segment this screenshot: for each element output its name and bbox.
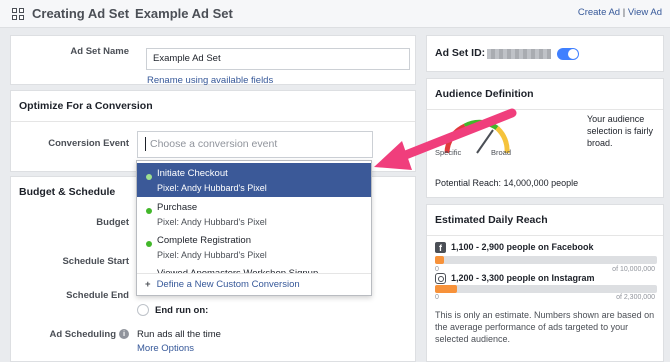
instagram-reach-bar [435, 285, 457, 293]
instagram-scale-min: 0 [435, 294, 439, 301]
divider [427, 109, 663, 110]
facebook-reach-bar [435, 256, 444, 264]
dropdown-option-purchase[interactable]: Purchase Pixel: Andy Hubbard's Pixel [137, 197, 371, 231]
gauge-broad-label: Broad [491, 148, 512, 157]
facebook-icon: f [435, 242, 446, 253]
rename-link[interactable]: Rename using available fields [147, 75, 273, 86]
estimate-note: This is only an estimate. Numbers shown … [435, 310, 655, 344]
dropdown-option-complete-registration[interactable]: Complete Registration Pixel: Andy Hubbar… [137, 230, 371, 264]
grid-icon[interactable] [12, 8, 24, 20]
potential-reach: Potential Reach: 14,000,000 people [435, 178, 579, 188]
topbar-links: Create Ad | View Ad [578, 7, 662, 18]
conversion-event-dropdown: Initiate Checkout Pixel: Andy Hubbard's … [136, 160, 372, 296]
ad-scheduling-label: Ad Scheduling i [11, 329, 129, 340]
audience-definition-panel: Audience Definition Specific Broad Your … [426, 78, 664, 198]
facebook-reach: 1,100 - 2,900 people on Facebook [451, 242, 594, 252]
audience-description: Your audience selection is fairly broad. [587, 114, 654, 148]
ad-set-name-panel: Ad Set Name Example Ad Set Rename using … [10, 35, 416, 86]
create-ad-link[interactable]: Create Ad [578, 7, 620, 18]
conversion-event-label: Conversion Event [48, 138, 129, 149]
view-ad-link[interactable]: View Ad [628, 7, 662, 18]
facebook-scale-max: of 10,000,000 [612, 266, 655, 273]
page-title: Creating Ad Set Example Ad Set [32, 6, 233, 21]
more-options-link[interactable]: More Options [137, 343, 194, 354]
plus-icon: + [145, 279, 151, 290]
end-run-on-radio[interactable] [137, 304, 149, 316]
instagram-reach-track [435, 285, 657, 293]
option-pixel: Pixel: Andy Hubbard's Pixel [157, 250, 267, 260]
divider [11, 121, 415, 122]
info-icon[interactable]: i [119, 329, 129, 339]
define-custom-conversion-button[interactable]: + Define a New Custom Conversion [137, 273, 371, 295]
schedule-end-label: Schedule End [66, 290, 129, 301]
facebook-reach-track [435, 256, 657, 264]
ad-set-toggle[interactable] [557, 48, 579, 60]
gauge-specific-label: Specific [435, 148, 462, 157]
ad-set-name-label: Ad Set Name [70, 46, 129, 57]
daily-reach-heading: Estimated Daily Reach [435, 214, 548, 226]
option-name: Purchase [157, 202, 198, 213]
option-pixel: Pixel: Andy Hubbard's Pixel [157, 183, 267, 193]
status-dot-icon [146, 174, 152, 180]
page-title-adset-name: Example Ad Set [135, 6, 233, 21]
ad-set-name-input[interactable]: Example Ad Set [146, 48, 410, 70]
ad-set-id-panel: Ad Set ID: [426, 35, 664, 72]
status-dot-icon [146, 208, 152, 214]
ad-set-id-value [487, 49, 551, 59]
status-dot-icon [146, 241, 152, 247]
facebook-scale-min: 0 [435, 266, 439, 273]
budget-label: Budget [96, 217, 129, 228]
link-separator: | [622, 7, 626, 18]
estimated-daily-reach-panel: Estimated Daily Reach f 1,100 - 2,900 pe… [426, 204, 664, 362]
schedule-start-label: Schedule Start [62, 256, 129, 267]
option-name: Complete Registration [157, 235, 251, 246]
text-cursor [145, 137, 146, 151]
optimize-heading: Optimize For a Conversion [19, 100, 153, 112]
divider [427, 235, 663, 236]
instagram-scale-max: of 2,300,000 [616, 294, 655, 301]
audience-heading: Audience Definition [435, 88, 534, 100]
option-name: Initiate Checkout [157, 168, 228, 179]
top-bar: Creating Ad Set Example Ad Set Create Ad … [0, 0, 670, 28]
option-pixel: Pixel: Andy Hubbard's Pixel [157, 217, 267, 227]
conversion-event-input[interactable]: Choose a conversion event [137, 131, 373, 158]
dropdown-option-initiate-checkout[interactable]: Initiate Checkout Pixel: Andy Hubbard's … [137, 163, 371, 197]
ad-set-id-label: Ad Set ID: [435, 47, 486, 59]
instagram-icon [435, 273, 446, 284]
end-run-on-label: End run on: [155, 305, 209, 316]
instagram-reach: 1,200 - 3,300 people on Instagram [451, 273, 595, 283]
ad-scheduling-value: Run ads all the time [137, 329, 221, 340]
